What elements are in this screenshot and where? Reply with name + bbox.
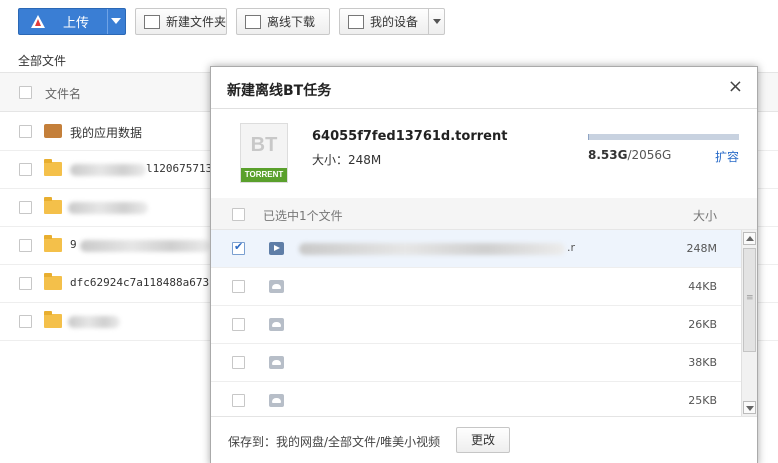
torrent-name: 64055f7fed13761d.torrent <box>312 129 508 144</box>
video-icon <box>269 242 284 255</box>
file-name[interactable]: 9 <box>70 238 77 251</box>
save-location-text: 保存到：我的网盘/全部文件/唯美小视频 <box>228 435 441 449</box>
file-name-suffix: .r <box>567 241 576 254</box>
filename-column-header[interactable]: 文件名 <box>45 85 81 102</box>
my-devices-button[interactable]: 我的设备 <box>339 8 445 35</box>
row-checkbox[interactable] <box>19 201 32 214</box>
upload-icon <box>25 9 51 34</box>
bt-file-row[interactable]: 38KB <box>211 344 741 382</box>
cloud-icon <box>269 394 284 407</box>
cloud-icon <box>269 356 284 369</box>
my-devices-label: 我的设备 <box>370 15 419 29</box>
dialog-title: 新建离线BT任务 <box>227 83 332 99</box>
scroll-up-icon[interactable] <box>743 232 756 245</box>
file-size: 26KB <box>688 318 717 331</box>
scrollbar[interactable] <box>741 230 757 416</box>
folder-icon <box>44 235 62 252</box>
selection-header: 已选中1个文件 大小 <box>211 198 757 230</box>
upload-button[interactable]: 上传 <box>18 8 126 35</box>
bt-file-list: .r 248M 44KB 26KB 38KB 25KB <box>211 230 757 416</box>
folder-icon <box>44 197 62 214</box>
offline-download-button[interactable]: 离线下载 <box>236 8 330 35</box>
quota-used: 8.53G <box>588 148 628 162</box>
row-checkbox[interactable] <box>19 239 32 252</box>
bt-file-row[interactable]: 44KB <box>211 268 741 306</box>
selected-count-label: 已选中1个文件 <box>263 209 343 223</box>
storage-quota-text: 8.53G/2056G <box>588 148 671 162</box>
bt-task-dialog: 新建离线BT任务 × BT TORRENT 64055f7fed13761d.t… <box>210 66 758 463</box>
new-folder-button[interactable]: 新建文件夹 <box>135 8 227 35</box>
torrent-badge-text: BT <box>250 134 278 156</box>
bt-file-row[interactable]: 26KB <box>211 306 741 344</box>
chevron-down-icon[interactable] <box>428 9 444 34</box>
folder-icon <box>44 311 62 328</box>
row-checkbox[interactable] <box>232 318 245 331</box>
bt-file-row[interactable]: 25KB <box>211 382 741 416</box>
torrent-badge-label: TORRENT <box>241 168 287 182</box>
file-name[interactable]: dfc62924c7a118488a673188 <box>70 276 229 289</box>
close-icon[interactable]: × <box>728 77 743 97</box>
quota-total: /2056G <box>627 148 672 162</box>
new-folder-icon <box>144 14 160 29</box>
size-column-header: 大小 <box>693 209 718 223</box>
device-icon <box>348 14 364 29</box>
file-size: 38KB <box>688 356 717 369</box>
row-checkbox[interactable] <box>232 356 245 369</box>
scroll-down-icon[interactable] <box>743 401 756 414</box>
torrent-file-icon: BT TORRENT <box>240 123 288 183</box>
row-checkbox[interactable] <box>232 240 245 255</box>
upload-label: 上传 <box>63 16 90 31</box>
expand-storage-link[interactable]: 扩容 <box>715 148 739 165</box>
scrollbar-thumb[interactable] <box>743 248 756 352</box>
offline-download-label: 离线下载 <box>267 15 316 29</box>
file-size: 44KB <box>688 280 717 293</box>
row-checkbox[interactable] <box>232 280 245 293</box>
cloud-icon <box>269 318 284 331</box>
file-size: 25KB <box>688 394 717 407</box>
toolbar: 上传 新建文件夹 离线下载 我的设备 <box>0 0 778 44</box>
torrent-size: 大小：248M <box>312 153 382 167</box>
row-checkbox[interactable] <box>232 394 245 407</box>
row-checkbox[interactable] <box>19 277 32 290</box>
dialog-header: 新建离线BT任务 × <box>211 67 757 109</box>
row-checkbox[interactable] <box>19 125 32 138</box>
storage-quota-fill <box>588 134 589 140</box>
select-all-checkbox[interactable] <box>19 86 32 99</box>
new-folder-label: 新建文件夹 <box>166 15 227 29</box>
storage-quota-bar <box>588 134 739 140</box>
file-size: 248M <box>686 242 718 255</box>
file-name[interactable]: 我的应用数据 <box>70 124 142 141</box>
download-icon <box>245 14 261 29</box>
upload-dropdown-icon[interactable] <box>111 18 121 24</box>
save-location-row: 保存到：我的网盘/全部文件/唯美小视频 更改 <box>211 416 757 463</box>
change-location-button[interactable]: 更改 <box>456 427 510 453</box>
row-checkbox[interactable] <box>19 315 32 328</box>
bt-file-row[interactable]: .r 248M <box>211 230 741 268</box>
row-checkbox[interactable] <box>19 163 32 176</box>
app-folder-icon <box>44 124 62 138</box>
select-all-checkbox[interactable] <box>232 208 245 221</box>
folder-icon <box>44 159 62 176</box>
cloud-icon <box>269 280 284 293</box>
folder-icon <box>44 273 62 290</box>
breadcrumb[interactable]: 全部文件 <box>18 52 66 69</box>
